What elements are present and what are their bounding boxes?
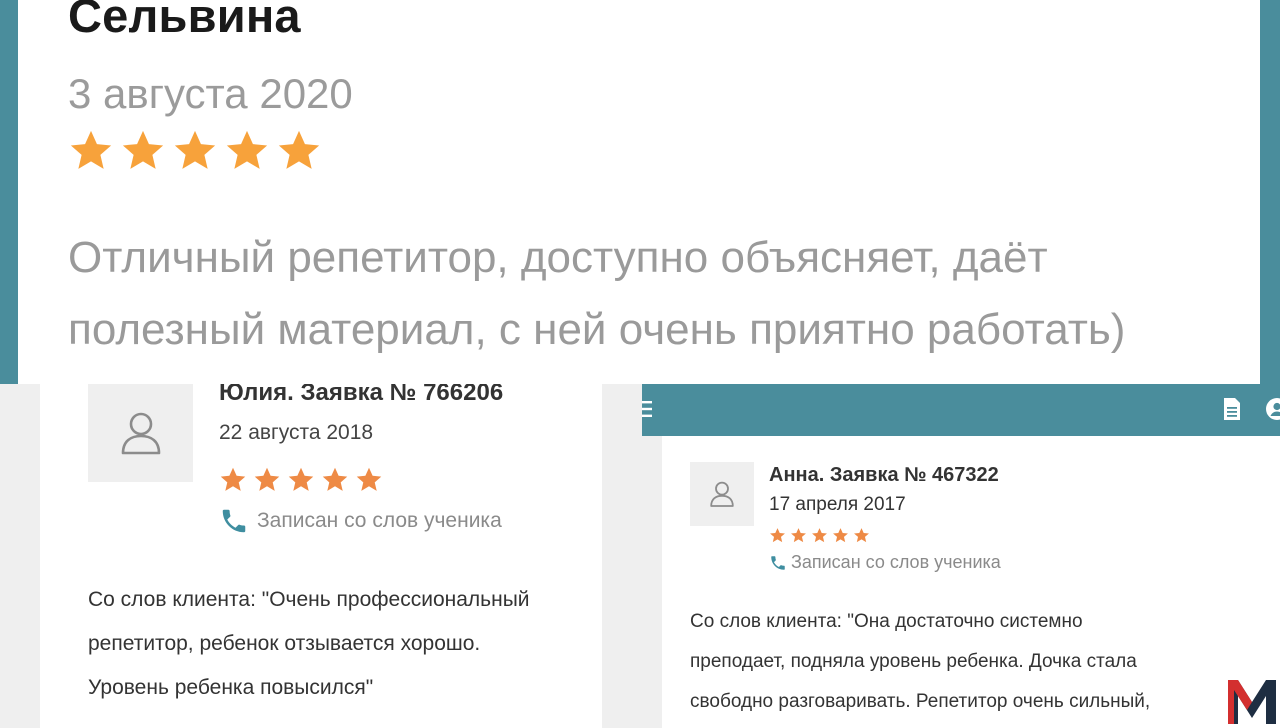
star-icon (812, 528, 827, 543)
star-icon (226, 130, 268, 169)
avatar (88, 384, 193, 482)
review-text-line: преподает, подняла уровень ребенка. Дочк… (690, 651, 1137, 672)
review-title: Анна. Заявка № 467322 (769, 464, 999, 486)
review-date: 22 августа 2018 (219, 421, 374, 444)
review-source-label: Записан со слов ученика (257, 509, 502, 532)
star-icon (833, 528, 848, 543)
reviewer-name: Сельвина (68, 0, 301, 42)
app-header (642, 384, 1280, 436)
star-icon (70, 130, 112, 169)
review-text: Отличный репетитор, доступно объясняет, … (68, 233, 1126, 354)
top-review-frame: Сельвина 3 августа 2020 Отличный репетит… (0, 0, 1280, 384)
top-review-card: Сельвина 3 августа 2020 Отличный репетит… (18, 0, 1260, 384)
review-source: Записан со слов ученика (219, 506, 502, 536)
right-review-card: Анна. Заявка № 467322 17 апреля 2017 Зап… (662, 436, 1280, 728)
star-icon (288, 467, 314, 491)
m-logo (1228, 680, 1276, 724)
user-icon (710, 481, 734, 507)
review-source-label: Записан со слов ученика (791, 552, 1001, 572)
review-text: Со слов клиента: "Она достаточно системн… (690, 602, 1280, 722)
star-icon (322, 467, 348, 491)
avatar (690, 462, 754, 526)
rating-stars (68, 128, 322, 174)
review-text: Со слов клиента: "Очень профессиональный… (88, 588, 530, 699)
account-icon[interactable] (1266, 398, 1280, 420)
left-review-card: Юлия. Заявка № 766206 22 августа 2018 За… (40, 384, 602, 728)
star-icon (854, 528, 869, 543)
star-icon (254, 467, 280, 491)
review-date: 3 августа 2020 (68, 70, 353, 117)
review-source: Записан со слов ученика (769, 552, 1001, 573)
star-icon (278, 130, 320, 169)
star-icon (356, 467, 382, 491)
star-icon (791, 528, 806, 543)
review-text-line: Со слов клиента: "Она достаточно системн… (690, 611, 1083, 632)
review-text-line: свободно разговаривать. Репетитор очень … (690, 691, 1151, 712)
document-icon[interactable] (1222, 398, 1242, 420)
star-icon (122, 130, 164, 169)
review-title: Юлия. Заявка № 766206 (219, 384, 504, 406)
menu-icon[interactable] (642, 400, 652, 418)
phone-icon (771, 555, 785, 570)
review-date: 17 апреля 2017 (769, 494, 906, 515)
rating-stars (769, 527, 870, 544)
star-icon (174, 130, 216, 169)
phone-icon (222, 509, 246, 533)
star-icon (220, 467, 246, 491)
rating-stars (219, 466, 383, 494)
star-icon (770, 528, 785, 543)
user-icon (121, 412, 160, 455)
